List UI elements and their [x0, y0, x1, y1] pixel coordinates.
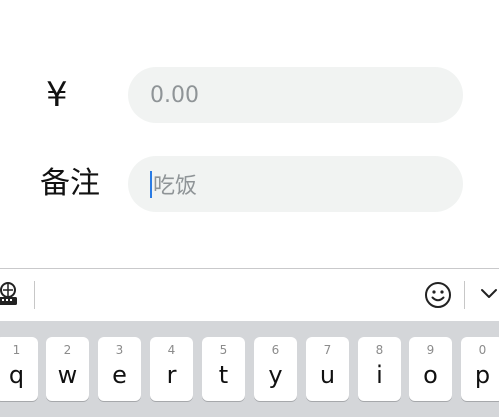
- key-e[interactable]: 3 e: [98, 337, 141, 401]
- key-hint: 6: [271, 343, 280, 357]
- currency-label: ¥: [46, 75, 68, 115]
- toolbar-divider: [34, 281, 35, 309]
- key-hint: 1: [12, 343, 21, 357]
- key-letter: p: [474, 361, 491, 389]
- chevron-down-icon[interactable]: [480, 287, 498, 301]
- note-placeholder: 吃饭: [153, 174, 198, 199]
- emoji-icon[interactable]: [424, 281, 452, 309]
- key-i[interactable]: 8 i: [358, 337, 401, 401]
- key-u[interactable]: 7 u: [306, 337, 349, 401]
- key-r[interactable]: 4 r: [150, 337, 193, 401]
- key-hint: 8: [375, 343, 384, 357]
- amount-row: ¥ 0.00: [0, 67, 499, 123]
- amount-input[interactable]: 0.00: [128, 67, 463, 123]
- key-p[interactable]: 0 p: [461, 337, 499, 401]
- key-letter: t: [218, 361, 229, 389]
- key-letter: i: [376, 361, 383, 389]
- toolbar-divider: [464, 281, 465, 309]
- key-hint: 0: [478, 343, 487, 357]
- key-y[interactable]: 6 y: [254, 337, 297, 401]
- key-hint: 2: [63, 343, 72, 357]
- key-o[interactable]: 9 o: [409, 337, 452, 401]
- key-hint: 4: [167, 343, 176, 357]
- amount-placeholder: 0.00: [150, 82, 199, 108]
- key-hint: 7: [323, 343, 332, 357]
- key-hint: 3: [115, 343, 124, 357]
- key-letter: e: [112, 361, 127, 389]
- key-hint: 9: [426, 343, 435, 357]
- keyboard-toolbar: [0, 268, 499, 321]
- keyboard-settings-icon[interactable]: [0, 281, 20, 307]
- key-letter: u: [319, 361, 336, 389]
- key-letter: w: [57, 361, 78, 389]
- key-letter: r: [166, 361, 177, 389]
- note-input[interactable]: 吃饭: [128, 156, 463, 212]
- keyboard: 1 q 2 w 3 e 4 r 5 t 6 y 7 u 8 i 9 o 0 p: [0, 321, 499, 417]
- key-w[interactable]: 2 w: [46, 337, 89, 401]
- key-t[interactable]: 5 t: [202, 337, 245, 401]
- key-letter: y: [268, 361, 283, 389]
- key-letter: o: [423, 361, 438, 389]
- note-label: 备注: [40, 166, 100, 201]
- key-letter: q: [8, 361, 25, 389]
- note-row: 备注 吃饭: [0, 156, 499, 212]
- key-q[interactable]: 1 q: [0, 337, 38, 401]
- text-caret: [150, 170, 152, 198]
- key-hint: 5: [219, 343, 228, 357]
